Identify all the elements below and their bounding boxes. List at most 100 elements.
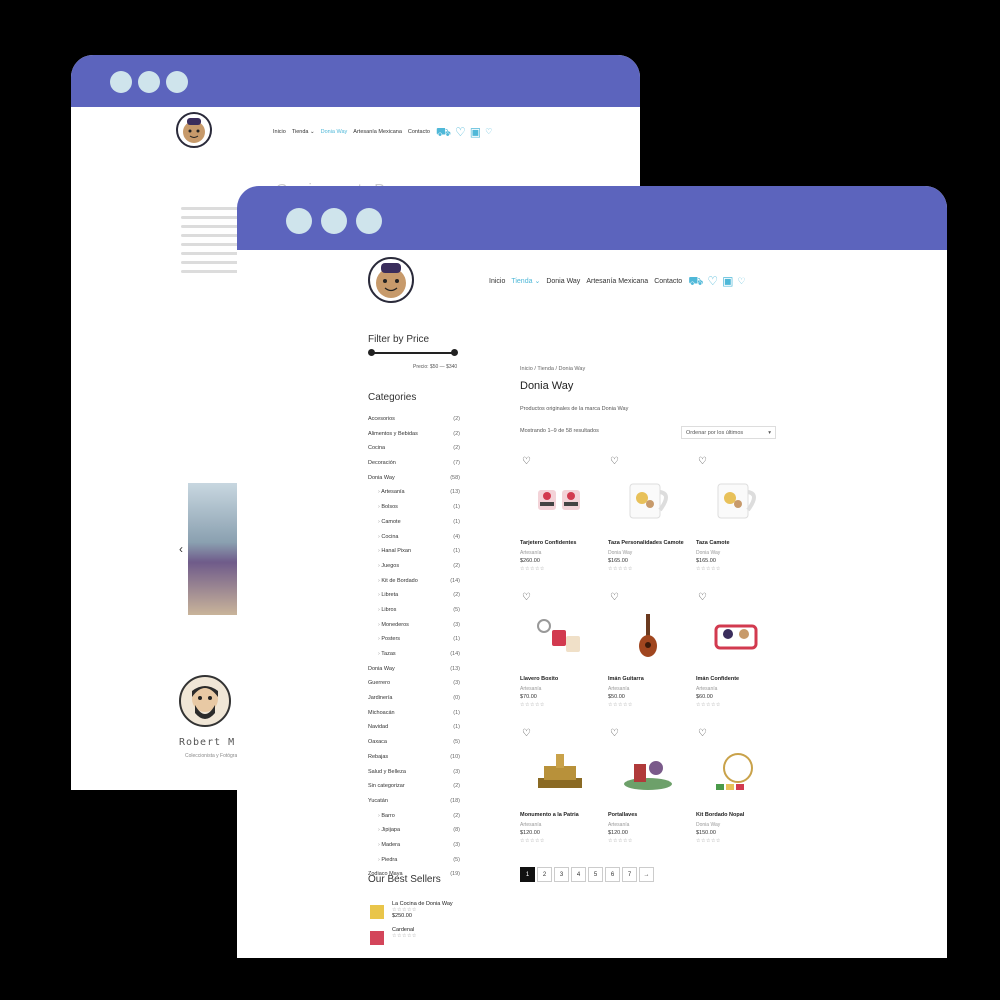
subcategory-item[interactable]: › Libreta (2) (368, 591, 460, 606)
page-number-button[interactable]: 2 (537, 867, 552, 882)
key-holder-image[interactable] (618, 748, 678, 798)
nav-item-contacto[interactable]: Contacto (408, 129, 430, 135)
breadcrumb[interactable]: Inicio / Tienda / Donia Way (520, 366, 585, 372)
subcategory-item[interactable]: › Bolsos (1) (368, 503, 460, 518)
subcategory-item[interactable]: › Libros (5) (368, 606, 460, 621)
heart-small-icon[interactable]: ♡ (737, 275, 745, 287)
monument-image[interactable] (530, 748, 590, 798)
heart-icon[interactable]: ♡ (522, 728, 531, 739)
category-item[interactable]: Rebajas (10) (368, 753, 460, 768)
site-logo[interactable] (368, 257, 414, 303)
category-item[interactable]: Michoacán (1) (368, 709, 460, 724)
product-name[interactable]: Imán Confidente (696, 676, 739, 682)
category-item[interactable]: Oaxaca (5) (368, 738, 460, 753)
subcategory-item[interactable]: › Jipijapa (8) (368, 826, 460, 841)
product-card[interactable]: ♡ Imán Guitarra Artesanía $50.00 ☆☆☆☆☆ (608, 592, 694, 724)
subcategory-item[interactable]: › Madera (3) (368, 841, 460, 856)
product-name[interactable]: Taza Personalidades Camote (608, 540, 684, 546)
sort-select[interactable]: Ordenar por los últimos ▾ (681, 426, 776, 439)
heart-icon[interactable]: ♡ (610, 456, 619, 467)
magnet-image[interactable] (706, 612, 766, 662)
subcategory-item[interactable]: › Juegos (2) (368, 562, 460, 577)
product-name[interactable]: Portallaves (608, 812, 637, 818)
nav-item-tienda[interactable]: Tienda ⌄ (292, 129, 315, 135)
nav-item-inicio[interactable]: Inicio (273, 129, 286, 135)
heart-icon[interactable]: ♡ (698, 728, 707, 739)
product-category[interactable]: Artesanía (520, 550, 541, 556)
category-item[interactable]: Donia Way (13) (368, 665, 460, 680)
page-number-button[interactable]: 5 (588, 867, 603, 882)
subcategory-item[interactable]: › Posters (1) (368, 635, 460, 650)
product-card[interactable]: ♡ Imán Confidente Artesanía $60.00 ☆☆☆☆☆ (696, 592, 782, 724)
window-dot[interactable] (138, 71, 160, 93)
price-slider-max-handle[interactable] (451, 349, 458, 356)
page-number-button[interactable]: 7 (622, 867, 637, 882)
mug-image[interactable] (618, 476, 678, 526)
heart-icon[interactable]: ♡ (707, 275, 718, 287)
guitar-magnet-image[interactable] (618, 612, 678, 662)
best-seller-item[interactable]: La Cocina de Donia Way ☆☆☆☆☆ $250.00 (370, 901, 458, 919)
keychain-image[interactable] (530, 612, 590, 662)
product-name[interactable]: Monumento a la Patria (520, 812, 579, 818)
heart-small-icon[interactable]: ♡ (485, 126, 492, 138)
subcategory-item[interactable]: › Artesanía (13) (368, 488, 460, 503)
category-item[interactable]: Guerrero (3) (368, 679, 460, 694)
heart-icon[interactable]: ♡ (610, 592, 619, 603)
window-dot[interactable] (286, 208, 312, 234)
category-item[interactable]: Jardinería (0) (368, 694, 460, 709)
best-seller-item[interactable]: Cardenal ☆☆☆☆☆ (370, 927, 458, 945)
product-category[interactable]: Artesanía (520, 822, 541, 828)
window-dot[interactable] (356, 208, 382, 234)
product-card[interactable]: ♡ Llavero Boxito Artesanía $70.00 ☆☆☆☆☆ (520, 592, 606, 724)
subcategory-item[interactable]: › Piedra (5) (368, 856, 460, 871)
category-item[interactable]: Sin categorizar (2) (368, 782, 460, 797)
nav-item-inicio[interactable]: Inicio (489, 278, 505, 285)
cart-icon[interactable]: ⛟ (436, 126, 451, 138)
subcategory-item[interactable]: › Kit de Bordado (14) (368, 577, 460, 592)
page-number-button[interactable]: 6 (605, 867, 620, 882)
product-category[interactable]: Artesanía (520, 686, 541, 692)
product-name[interactable]: Tarjetero Confidentes (520, 540, 576, 546)
product-category[interactable]: Artesanía (696, 686, 717, 692)
calendar-icon[interactable]: ▣ (722, 275, 733, 287)
product-category[interactable]: Artesanía (608, 686, 629, 692)
product-name[interactable]: Imán Guitarra (608, 676, 644, 682)
window-dot[interactable] (321, 208, 347, 234)
heart-icon[interactable]: ♡ (522, 456, 531, 467)
window-dot[interactable] (166, 71, 188, 93)
chevron-left-icon[interactable]: ‹ (179, 542, 183, 556)
product-category[interactable]: Artesanía (608, 822, 629, 828)
product-category[interactable]: Donia Way (696, 822, 720, 828)
subcategory-item[interactable]: › Barro (2) (368, 812, 460, 827)
heart-icon[interactable]: ♡ (455, 126, 466, 138)
next-page-arrow-icon[interactable]: → (639, 867, 654, 882)
product-card[interactable]: ♡ Monumento a la Patria Artesanía $120.00 ☆☆… (520, 728, 606, 860)
gallery-photo[interactable] (188, 483, 238, 615)
product-name[interactable]: Kit Bordado Nopal (696, 812, 744, 818)
product-card[interactable]: ♡ Kit Bordado Nopal Donia Way $150.00 ☆☆☆☆☆ (696, 728, 782, 860)
nav-item-donia-way[interactable]: Donia Way (546, 278, 580, 285)
subcategory-item[interactable]: › Tazas (14) (368, 650, 460, 665)
embroidery-kit-image[interactable] (706, 748, 766, 798)
nav-item-donia-way[interactable]: Donia Way (321, 129, 348, 135)
category-item[interactable]: Alimentos y Bebidas (2) (368, 430, 460, 445)
nav-item-artesania[interactable]: Artesanía Mexicana (586, 278, 648, 285)
page-number-button[interactable]: 3 (554, 867, 569, 882)
heart-icon[interactable]: ♡ (522, 592, 531, 603)
card-holder-image[interactable] (530, 476, 590, 526)
nav-item-contacto[interactable]: Contacto (654, 278, 682, 285)
category-item[interactable]: Yucatán (18) (368, 797, 460, 812)
category-item[interactable]: Salud y Belleza (3) (368, 768, 460, 783)
calendar-icon[interactable]: ▣ (470, 126, 481, 138)
product-card[interactable]: ♡ Taza Personalidades Camote Donia Way $165… (608, 456, 694, 588)
page-number-button[interactable]: 4 (571, 867, 586, 882)
subcategory-item[interactable]: › Camote (1) (368, 518, 460, 533)
product-card[interactable]: ♡ Portallaves Artesanía $120.00 ☆☆☆☆☆ (608, 728, 694, 860)
subcategory-item[interactable]: › Monederos (3) (368, 621, 460, 636)
category-item[interactable]: Cocina (2) (368, 444, 460, 459)
category-item[interactable]: Donia Way (58) (368, 474, 460, 489)
subcategory-item[interactable]: › Hanal Pixan (1) (368, 547, 460, 562)
price-slider-min-handle[interactable] (368, 349, 375, 356)
product-card[interactable]: ♡ Taza Camote Donia Way $165.00 ☆☆☆☆☆ (696, 456, 782, 588)
nav-item-artesania[interactable]: Artesanía Mexicana (353, 129, 402, 135)
